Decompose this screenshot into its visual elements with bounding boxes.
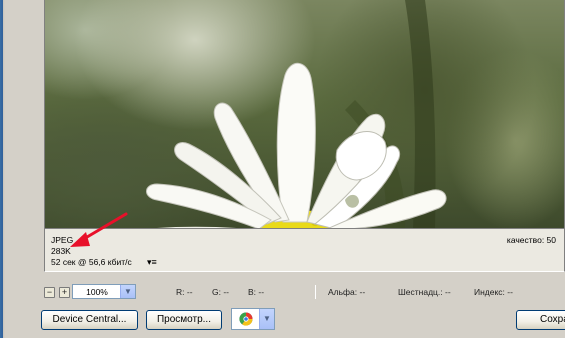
- chevron-down-icon[interactable]: ▼: [120, 285, 135, 298]
- blue-value: B: --: [248, 287, 265, 297]
- hex-value: Шестнадц.: --: [398, 287, 451, 297]
- preview-button[interactable]: Просмотр...: [146, 310, 222, 330]
- index-value: Индекс: --: [474, 287, 513, 297]
- save-button[interactable]: Сохра: [516, 310, 565, 330]
- dialog-buttons: Device Central... Просмотр... ▼ Сохра: [0, 308, 565, 334]
- status-divider: [315, 285, 316, 299]
- device-central-button[interactable]: Device Central...: [41, 310, 138, 330]
- browser-select[interactable]: ▼: [231, 308, 275, 330]
- alpha-value: Альфа: --: [328, 287, 366, 297]
- browser-icon: [239, 312, 253, 326]
- zoom-value: 100%: [86, 287, 108, 297]
- plus-icon[interactable]: +: [59, 287, 70, 298]
- zoom-select[interactable]: 100% ▼: [72, 284, 136, 299]
- minus-icon[interactable]: −: [44, 287, 55, 298]
- green-value: G: --: [212, 287, 229, 297]
- chevron-down-icon[interactable]: ▼: [259, 309, 274, 329]
- red-value: R: --: [176, 287, 193, 297]
- status-bar: − + 100% ▼ R: -- G: -- B: -- Альфа: -- Ш…: [0, 283, 565, 301]
